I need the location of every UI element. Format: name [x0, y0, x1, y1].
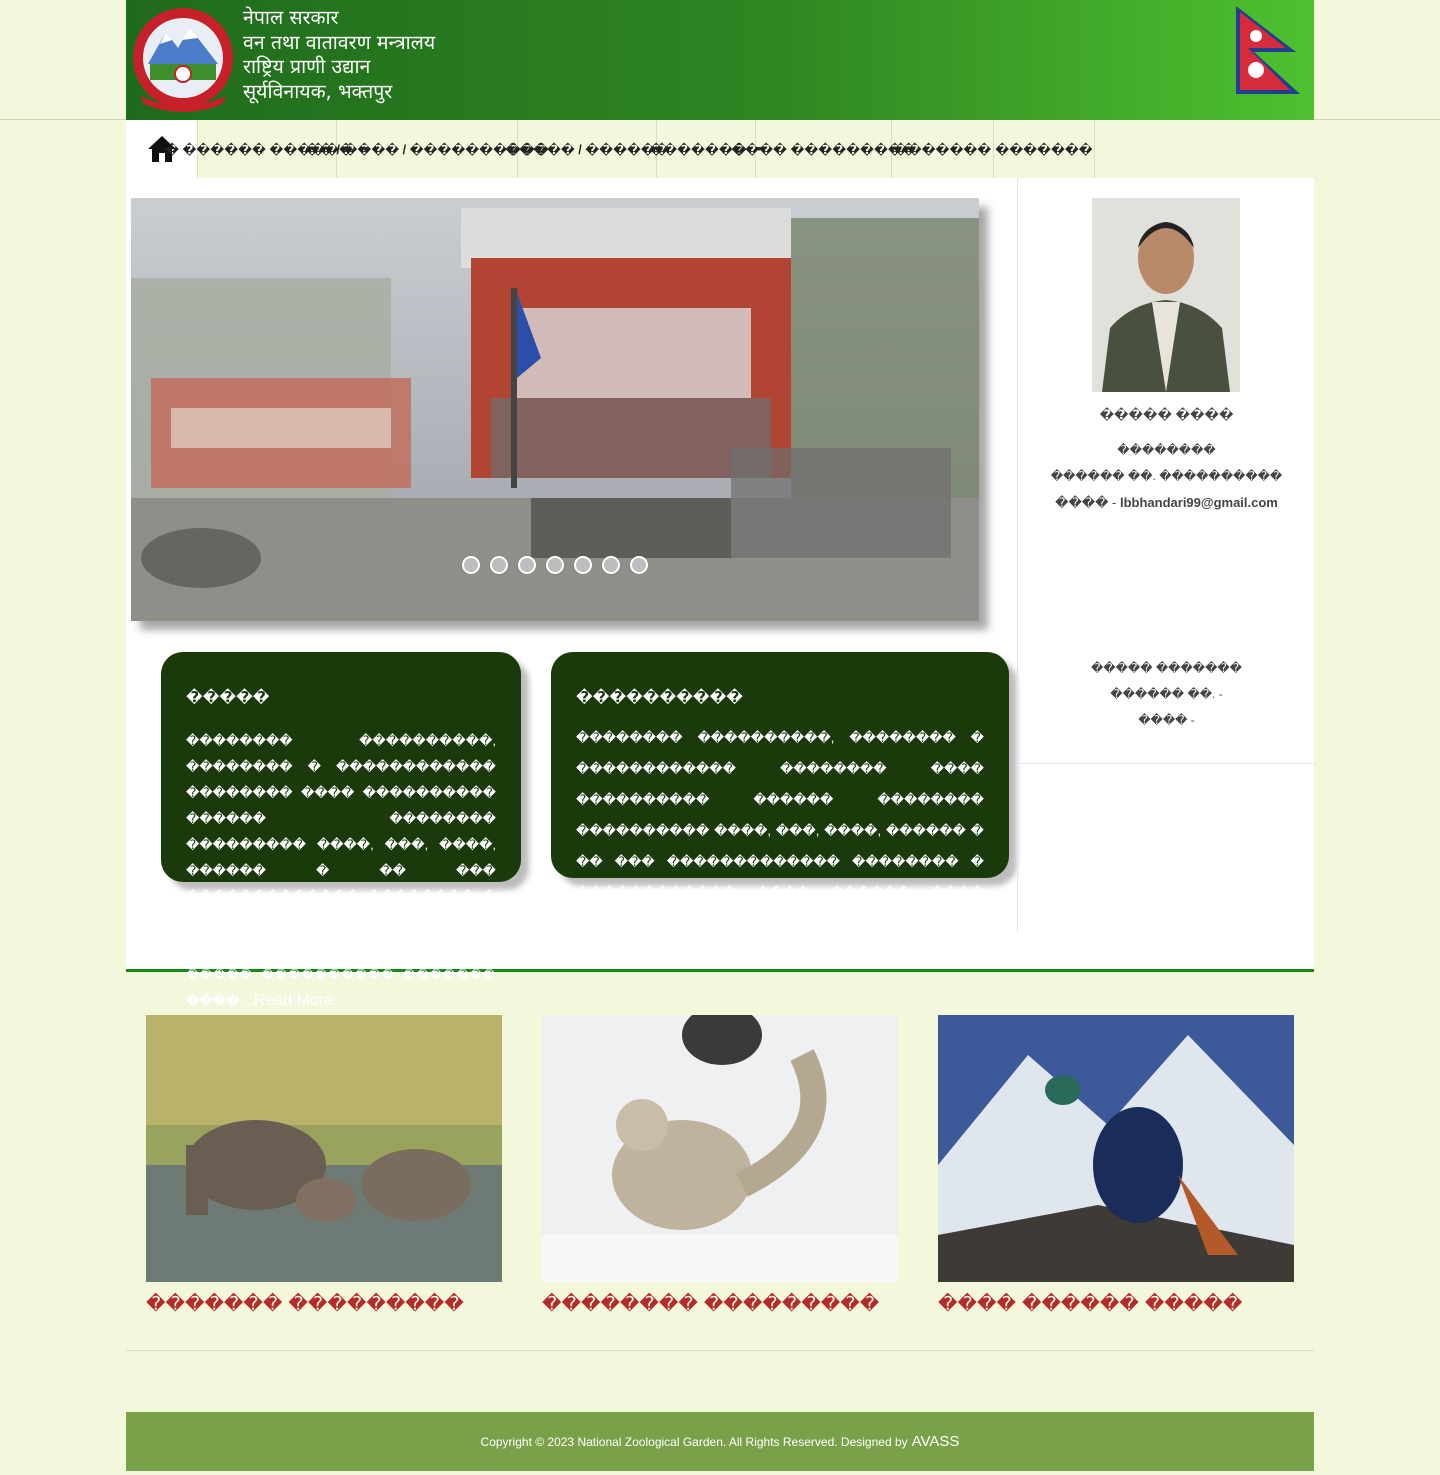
nav-item-notices[interactable]: ����� / ������ [505, 120, 669, 178]
official-phone: ������ ��. ���������� [1050, 469, 1283, 483]
nav-item-staff[interactable]: ���� ��������� [731, 120, 916, 178]
footer-designer-link[interactable]: AVASS [912, 1433, 960, 1450]
header-title-line: वन तथा वातावरण मन्त्रालय [243, 30, 436, 54]
card-title: ����� [186, 689, 270, 706]
info-officer-phone: ������ ��. - [1110, 687, 1223, 701]
main-content: ����� �������� ����������, �������� � ��… [126, 178, 1315, 1009]
section-divider [126, 1350, 1314, 1351]
animal-image-danphe[interactable] [938, 1015, 1294, 1282]
card-text: �������� ����������, �������� � ��������… [186, 733, 496, 1008]
nav-item-label: ������� [995, 142, 1093, 157]
card-title: ���������� [576, 689, 743, 706]
slider-dot[interactable] [462, 556, 480, 574]
danphe-photo [938, 1015, 1294, 1282]
nav-item-acts[interactable]: �� / ���� / ���������� [305, 120, 549, 178]
slider-dot[interactable] [630, 556, 648, 574]
intro-card: ����� �������� ����������, �������� � ��… [161, 652, 521, 1009]
slider-dot[interactable] [518, 556, 536, 574]
nav-item-downloads[interactable]: ������� [892, 120, 994, 178]
government-emblem-icon [133, 8, 233, 112]
official-portrait [1092, 198, 1240, 392]
info-officer-role: ����� ������� [1091, 661, 1242, 675]
header-title: नेपाल सरकार वन तथा वातावरण मन्त्रालय राष… [243, 6, 435, 104]
site-footer: Copyright © 2023 National Zoological Gar… [126, 1412, 1314, 1471]
card-body: �������� ����������, �������� � ��������… [186, 728, 496, 1014]
card-text: �������� ����������, �������� � ��������… [576, 730, 984, 962]
animal-image-elephant[interactable] [146, 1015, 502, 1282]
slider-dot[interactable] [574, 556, 592, 574]
site-header: नेपाल सरकार वन तथा वातावरण मन्त्रालय राष… [126, 0, 1314, 120]
animal-caption[interactable]: �������� ��������� [542, 1293, 879, 1315]
animal-caption[interactable]: ������� ��������� [146, 1293, 464, 1315]
elephant-photo [146, 1015, 502, 1282]
sidebar: ����� ���� �������� ������ ��. ���������… [1017, 178, 1315, 932]
snow-leopard-photo [542, 1015, 898, 1282]
header-title-line: सूर्यविनायक, भक्तपुर [243, 79, 393, 103]
slider-dot[interactable] [602, 556, 620, 574]
header-title-line: नेपाल सरकार [243, 6, 339, 29]
main-navigation: � ������ ������ �� / ���� / ���������� �… [126, 120, 1314, 178]
email-value[interactable]: lbbhandari99@gmail.com [1120, 495, 1278, 510]
info-officer-email: ���� - [1138, 713, 1195, 727]
image-slider[interactable] [131, 198, 979, 621]
objective-card: ���������� �������� ����������, ��������… [551, 652, 1009, 963]
nav-item-label: ���� ��������� [731, 142, 916, 157]
official-name: ����� ���� [1099, 407, 1234, 422]
footer-copyright: Copyright © 2023 National Zoological Gar… [480, 1434, 908, 1449]
slider-dots [462, 556, 648, 574]
official-role: �������� [1117, 443, 1216, 457]
official-email: ���� - lbbhandari99@gmail.com [1018, 495, 1315, 511]
nepal-flag-icon [1236, 6, 1300, 94]
read-more-link[interactable]: Read More [254, 992, 333, 1009]
slider-dot[interactable] [546, 556, 564, 574]
animal-caption[interactable]: ���� ������ ����� [938, 1293, 1242, 1315]
animal-image-snow-leopard[interactable] [542, 1015, 898, 1282]
nav-item-contact[interactable]: ������� [994, 120, 1095, 178]
nav-item-label: ����� / ������ [505, 142, 669, 157]
email-label: ���� - [1055, 495, 1120, 510]
card-body: �������� ����������, �������� � ��������… [576, 722, 984, 970]
header-title-line: राष्ट्रिय प्राणी उद्यान [243, 55, 371, 78]
sidebar-profile: ����� ���� �������� ������ ��. ���������… [1018, 178, 1315, 764]
read-more-link[interactable]: Read More [878, 946, 957, 963]
nav-item-label: ������� [893, 142, 992, 157]
slider-dot[interactable] [490, 556, 508, 574]
person-photo [1092, 198, 1240, 392]
